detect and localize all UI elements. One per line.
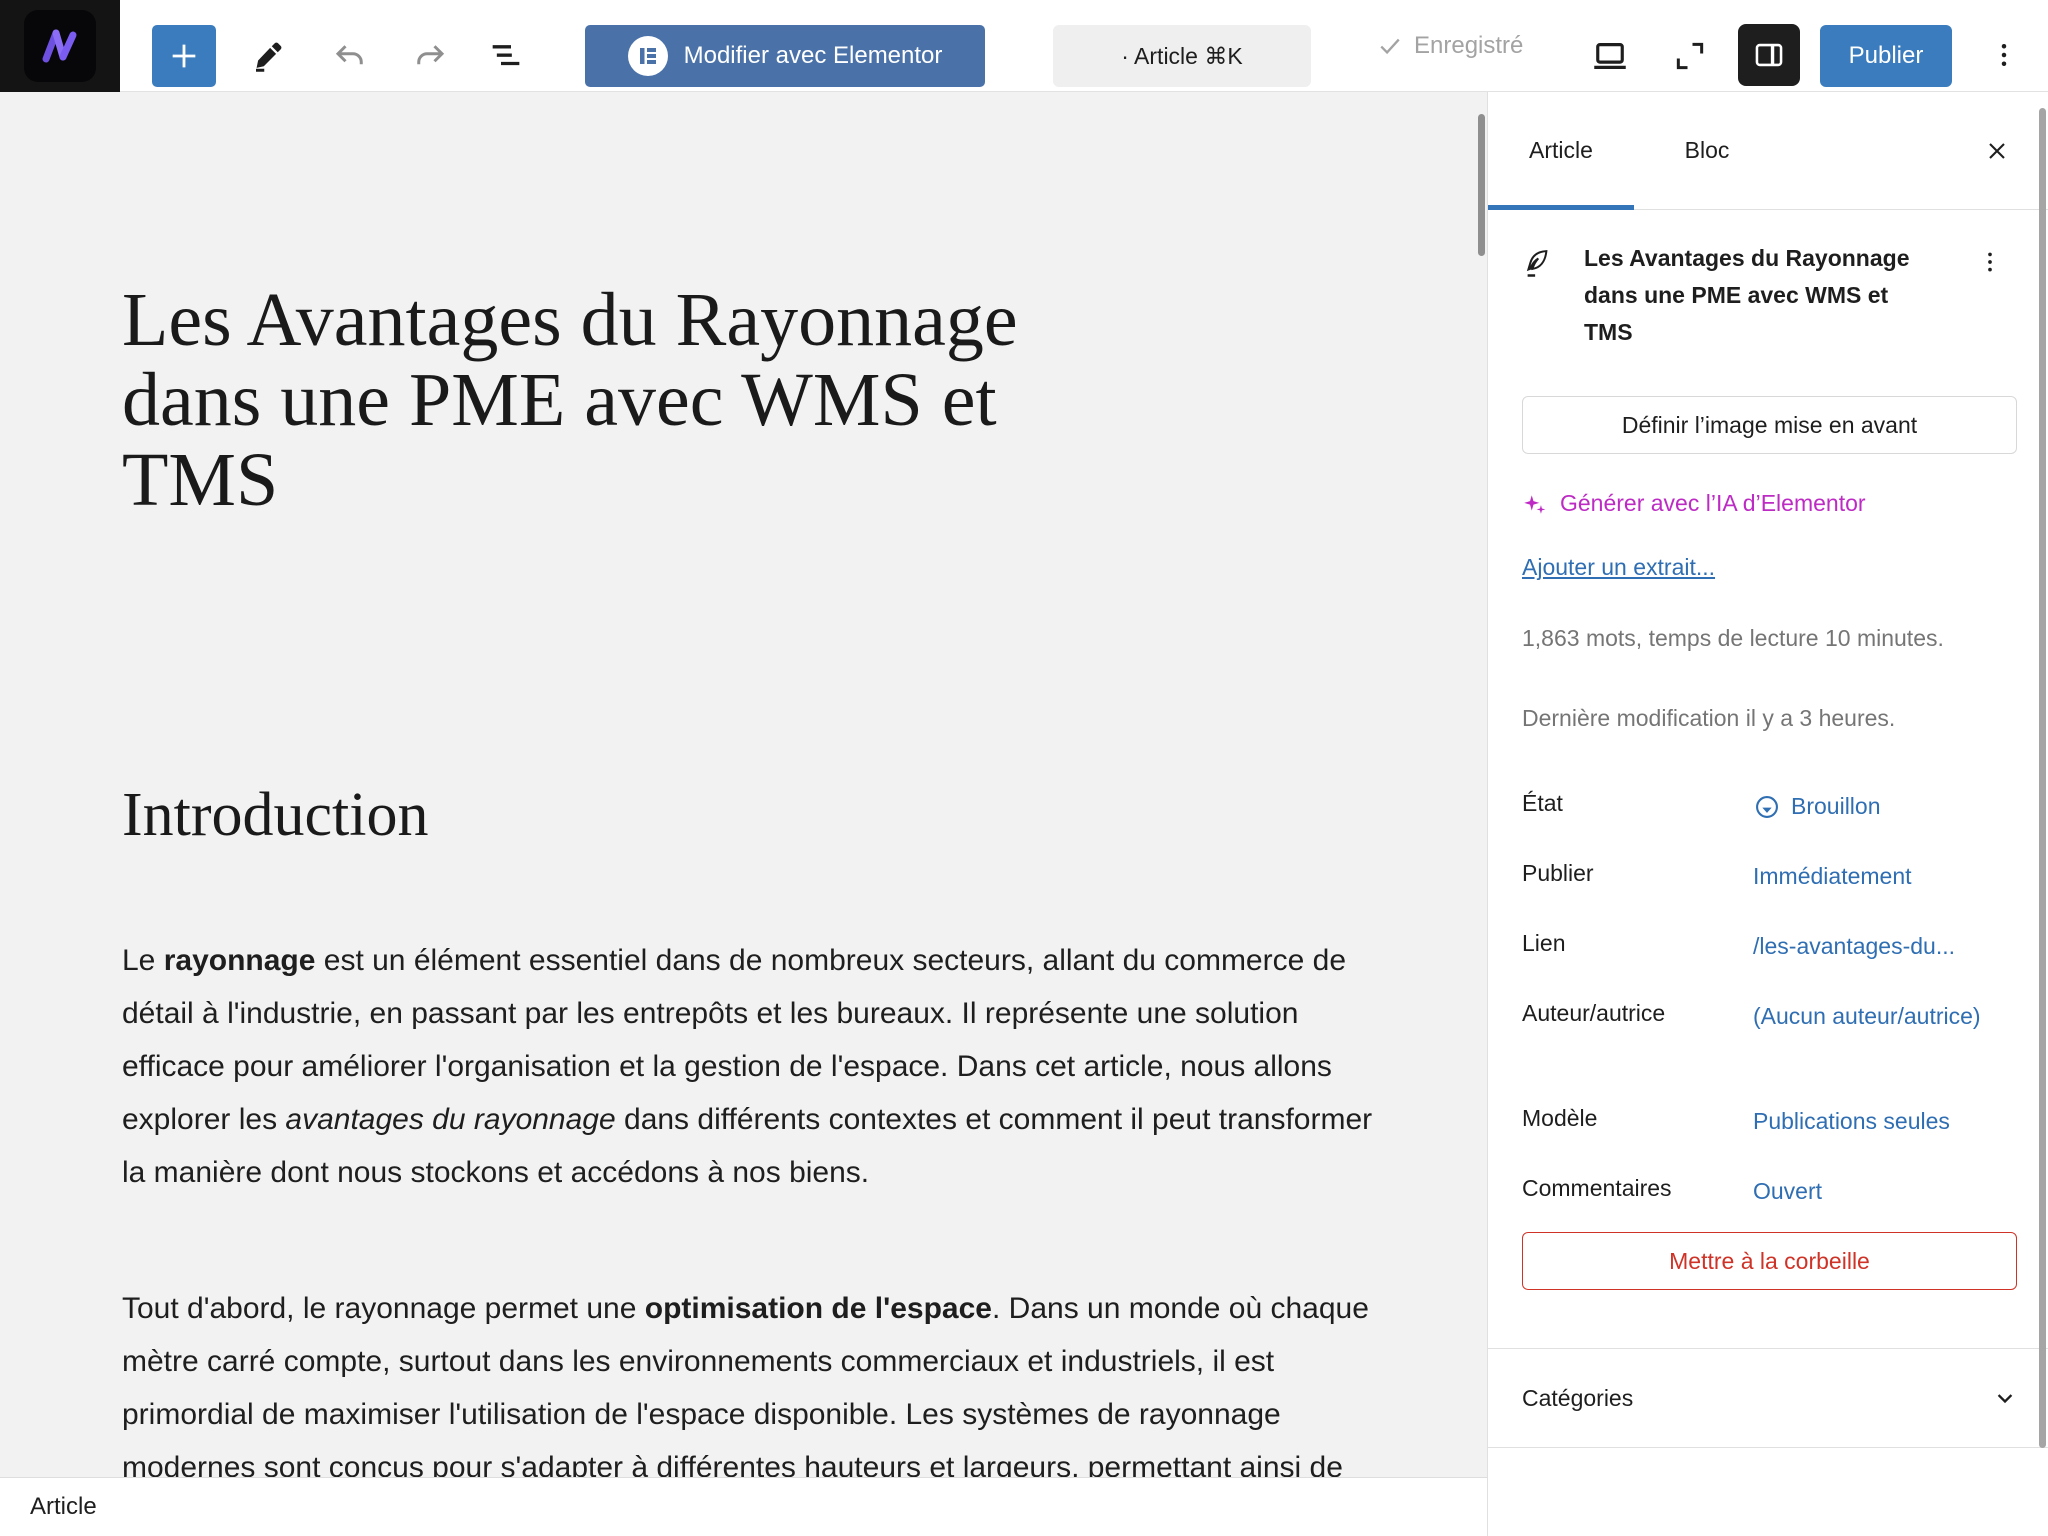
draft-status-icon [1753,793,1781,821]
redo-button[interactable] [402,28,458,84]
field-row-commentaires: Commentaires Ouvert [1522,1175,2017,1208]
post-pin-icon [1522,246,1552,351]
add-excerpt-link[interactable]: Ajouter un extrait... [1522,554,1715,581]
undo-button[interactable] [322,28,378,84]
publish-button[interactable]: Publier [1820,25,1952,87]
list-view-icon [486,36,526,76]
site-logo-m-icon [37,23,83,69]
document-overview-button[interactable] [478,28,534,84]
redo-icon [412,38,448,74]
editor-canvas[interactable]: Les Avantages du Rayonnage dans une PME … [0,92,1487,1536]
last-modified-text: Dernière modification il y a 3 heures. [1522,700,1992,736]
elementor-logo-icon [628,36,668,76]
field-row-etat: État Brouillon [1522,790,2017,823]
categories-panel-toggle[interactable]: Catégories [1488,1348,2048,1448]
publish-date-value[interactable]: Immédiatement [1753,860,2017,893]
close-icon [1983,137,2011,165]
editing-mode-button[interactable] [240,28,296,84]
generate-with-ai-label: Générer avec l’IA d’Elementor [1560,490,1866,517]
word-count-text: 1,863 mots, temps de lecture 10 minutes. [1522,620,1992,656]
field-label: Lien [1522,930,1753,963]
tab-bloc[interactable]: Bloc [1634,92,1780,210]
field-label: Publier [1522,860,1753,893]
generate-with-ai-link[interactable]: Générer avec l’IA d’Elementor [1522,490,1866,517]
fullscreen-button[interactable] [1662,28,1718,84]
check-icon [1376,32,1404,60]
field-row-lien: Lien /les-avantages-du... [1522,930,2017,963]
editor-toolbar: Modifier avec Elementor · Article ⌘K Enr… [0,0,2048,92]
permalink-value[interactable]: /les-avantages-du... [1753,930,2017,963]
chevron-down-icon [1991,1384,2019,1412]
comments-value[interactable]: Ouvert [1753,1175,2017,1208]
plus-icon [167,39,201,73]
field-label: État [1522,790,1753,823]
settings-sidebar: Article Bloc Les Avantages du Rayonnage … [1487,92,2048,1536]
sidebar-scrollbar-thumb[interactable] [2039,108,2046,1448]
laptop-icon [1589,35,1631,77]
settings-sidebar-toggle[interactable] [1738,24,1800,86]
preview-button[interactable] [1582,28,1638,84]
set-featured-image-button[interactable]: Définir l’image mise en avant [1522,396,2017,454]
breadcrumb-bar: Article [0,1477,1487,1536]
field-label: Commentaires [1522,1175,1753,1208]
sparkles-icon [1522,491,1548,517]
sidebar-tab-bar: Article Bloc [1488,92,2048,210]
options-menu-button[interactable] [1976,24,2032,86]
command-palette-button[interactable]: · Article ⌘K [1053,25,1311,87]
close-sidebar-button[interactable] [1972,126,2022,176]
field-row-modele: Modèle Publications seules [1522,1105,2017,1138]
author-value[interactable]: (Aucun auteur/autrice) [1753,1000,2017,1033]
site-logo-tile [24,10,96,82]
post-heading-introduction[interactable]: Introduction [122,780,429,851]
elementor-button-label: Modifier avec Elementor [684,42,943,70]
site-logo[interactable] [0,0,120,92]
saved-status[interactable]: Enregistré [1376,0,1523,92]
undo-icon [332,38,368,74]
add-block-button[interactable] [152,25,216,87]
saved-label: Enregistré [1414,32,1523,60]
sidebar-post-title: Les Avantages du Rayonnage dans une PME … [1584,240,1934,351]
content-scrollbar-thumb[interactable] [1478,114,1485,256]
active-tab-underline [1488,205,1634,210]
field-label: Modèle [1522,1105,1753,1138]
field-label: Auteur/autrice [1522,1000,1753,1033]
publish-label: Publier [1849,42,1924,70]
categories-panel-label: Catégories [1522,1385,1633,1412]
post-title[interactable]: Les Avantages du Rayonnage dans une PME … [122,280,1132,520]
edit-with-elementor-button[interactable]: Modifier avec Elementor [585,25,985,87]
kebab-icon [1989,40,2019,70]
post-actions-button[interactable] [1977,242,2017,282]
command-palette-label: · Article ⌘K [1121,43,1242,70]
post-summary-row: Les Avantages du Rayonnage dans une PME … [1522,240,2017,351]
post-paragraph-1[interactable]: Le rayonnage est un élément essentiel da… [122,934,1390,1199]
sidebar-panel-icon [1752,38,1786,72]
pencil-icon [250,38,286,74]
kebab-icon [1977,249,2003,275]
move-to-trash-button[interactable]: Mettre à la corbeille [1522,1232,2017,1290]
field-row-publier: Publier Immédiatement [1522,860,2017,893]
breadcrumb[interactable]: Article [30,1493,97,1521]
template-value[interactable]: Publications seules [1753,1105,2017,1138]
expand-icon [1670,36,1710,76]
field-row-auteur: Auteur/autrice (Aucun auteur/autrice) [1522,1000,2017,1033]
tab-article[interactable]: Article [1488,92,1634,210]
status-value[interactable]: Brouillon [1753,790,2017,823]
